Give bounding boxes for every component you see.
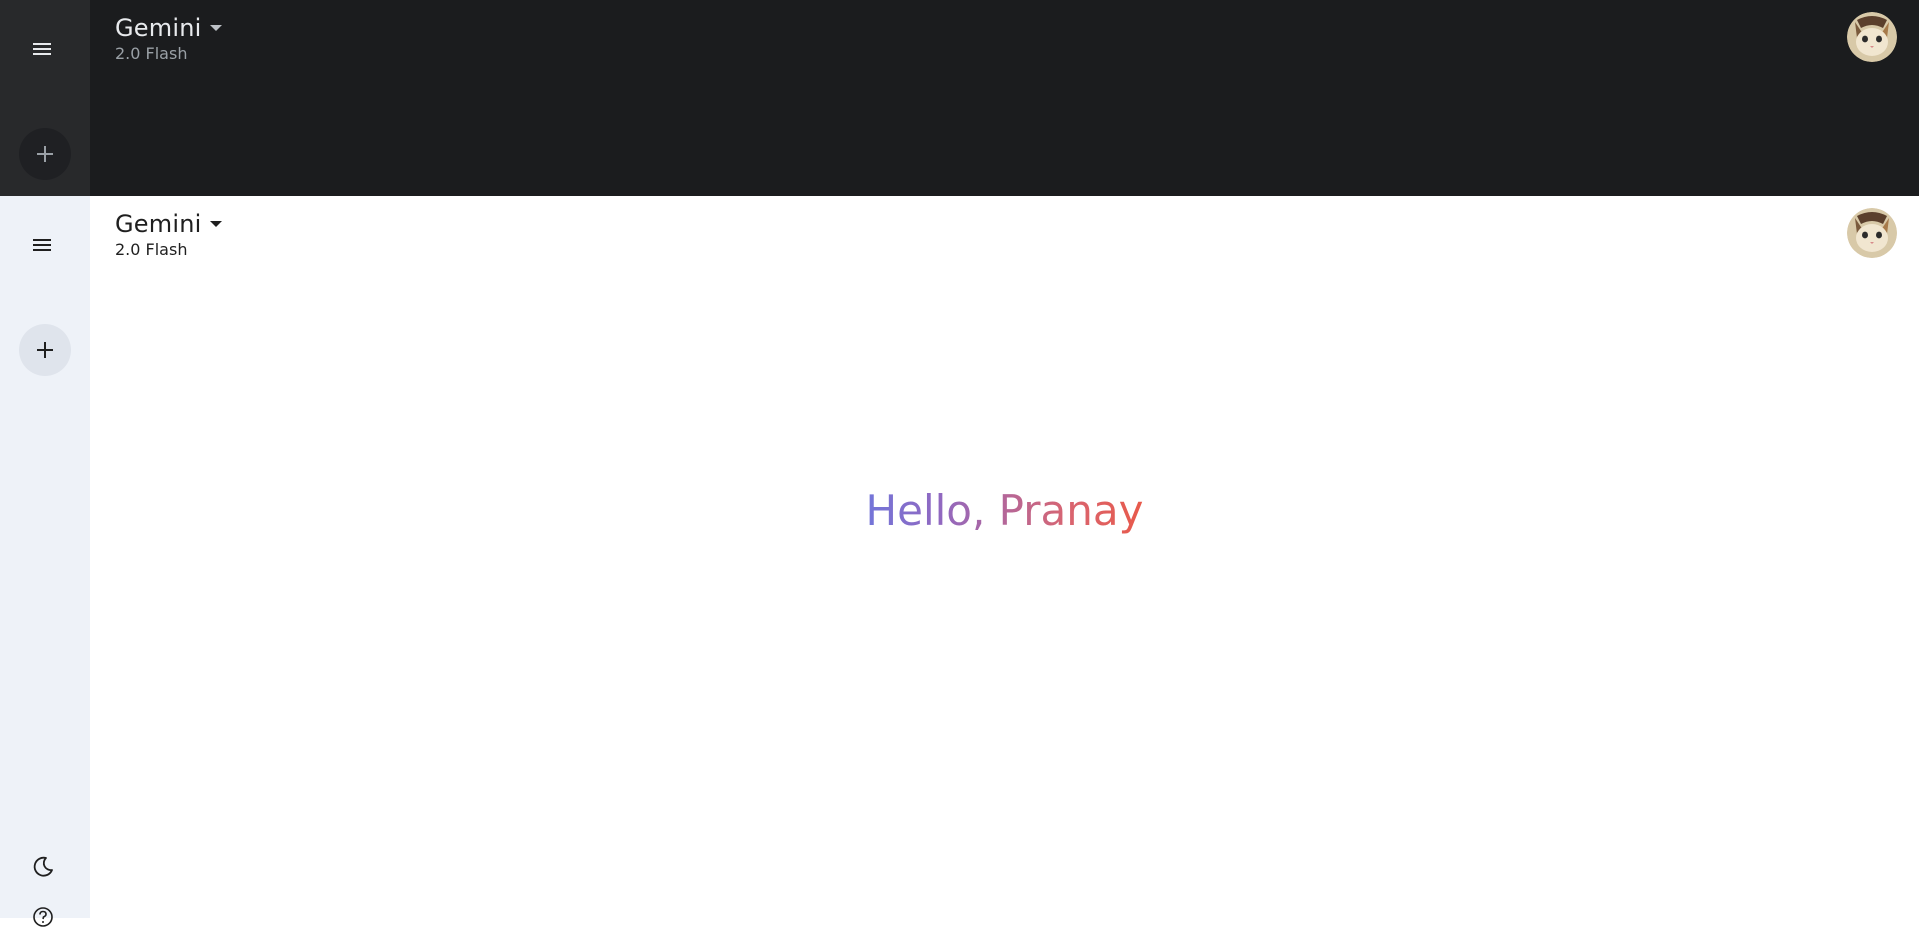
new-chat-button[interactable] [19,324,71,376]
avatar[interactable] [1847,12,1897,62]
model-name: 2.0 Flash [115,240,188,259]
greeting-heading: Hello, Pranay [0,486,1919,535]
moon-icon [33,856,53,877]
caret-down-icon [209,221,222,227]
avatar[interactable] [1847,208,1897,258]
theme-toggle-button[interactable] [28,852,58,882]
app-title: Gemini [115,14,202,42]
help-button[interactable] [28,902,58,932]
cat-avatar-icon [1847,208,1897,258]
plus-icon [37,342,53,358]
help-circle-icon [33,907,53,927]
hamburger-menu-icon [33,43,51,55]
new-chat-button[interactable] [19,128,71,180]
caret-down-icon [209,25,222,31]
plus-icon [37,146,53,162]
sidebar [0,0,90,196]
app-title: Gemini [115,210,202,238]
menu-button[interactable] [27,34,57,64]
menu-button[interactable] [27,230,57,260]
sidebar [0,196,90,927]
model-picker[interactable]: Gemini 2.0 Flash [115,14,222,63]
model-name: 2.0 Flash [115,44,188,63]
cat-avatar-icon [1847,12,1897,62]
greeting-text: Hello, Pranay [776,486,1144,535]
light-theme-view: Gemini 2.0 Flash Hello, Pranay [0,196,1919,927]
dark-theme-view: Gemini 2.0 Flash [0,0,1919,196]
hamburger-menu-icon [33,239,51,251]
model-picker[interactable]: Gemini 2.0 Flash [115,210,222,259]
